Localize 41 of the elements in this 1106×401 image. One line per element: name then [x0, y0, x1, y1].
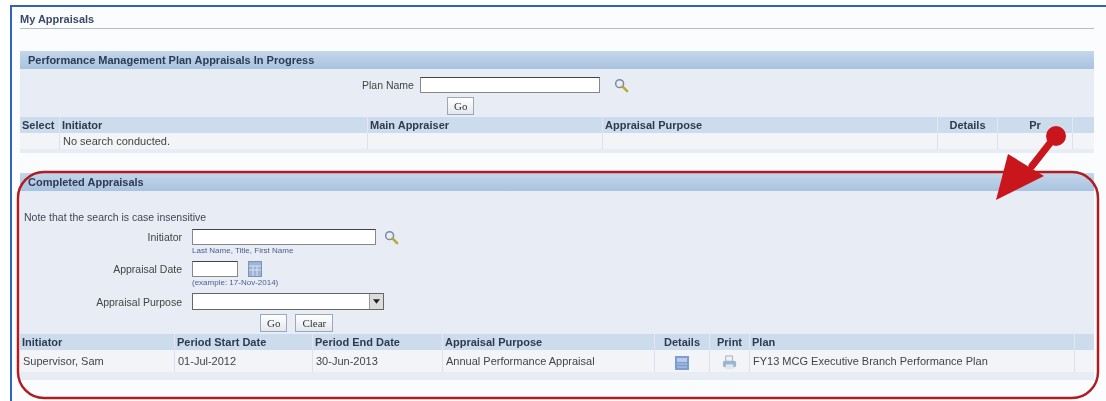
column-header: Appraisal Purpose — [603, 117, 938, 133]
column-header: Period Start Date — [175, 334, 313, 350]
calendar-icon[interactable] — [248, 261, 262, 277]
date-field[interactable] — [192, 261, 238, 277]
column-header: Appraisal Purpose — [443, 334, 655, 350]
field-label: Appraisal Date — [112, 263, 183, 275]
field-hint: Last Name, Title, First Name — [192, 246, 295, 255]
table-cell: 01-Jul-2012 — [175, 350, 313, 372]
column-header: Plan — [750, 334, 1075, 350]
section-header: Performance Management Plan Appraisals In Progress — [20, 51, 1094, 69]
column-header: Print — [710, 334, 750, 350]
initiator-field[interactable] — [192, 229, 376, 245]
column-header: Main Appraiser — [368, 117, 603, 133]
field-label: Appraisal Purpose — [95, 295, 183, 308]
section-header: Completed Appraisals — [20, 173, 1094, 191]
note-text: Note that the search is case insensitive — [24, 211, 208, 223]
table-cell: FY13 MCG Executive Branch Performance Plan — [750, 350, 1075, 372]
field-hint: (example: 17-Nov-2014) — [192, 278, 280, 287]
purpose-dropdown[interactable] — [192, 293, 384, 310]
plan-name-field[interactable] — [419, 77, 600, 93]
page-title: My Appraisals — [20, 7, 1094, 29]
printer-icon[interactable] — [722, 355, 737, 370]
clear-button[interactable]: Clear — [295, 314, 334, 332]
column-header: Initiator — [20, 334, 175, 350]
column-header: Initiator — [60, 117, 368, 133]
column-header: Period End Date — [313, 334, 443, 350]
table-cell: Supervisor, Sam — [20, 350, 175, 372]
column-header: Select — [20, 117, 60, 133]
search-icon[interactable] — [613, 77, 629, 93]
go-button[interactable]: Go — [260, 314, 288, 332]
empty-message: No search conducted. — [60, 133, 368, 149]
column-header: Details — [655, 334, 710, 350]
field-label: Initiator — [146, 231, 183, 243]
search-icon[interactable] — [384, 229, 399, 245]
column-header: Details — [938, 117, 998, 133]
caret-icon — [373, 299, 380, 304]
details-icon[interactable] — [675, 355, 689, 370]
field-label: Plan Name — [362, 79, 414, 91]
table-cell: 30-Jun-2013 — [313, 350, 443, 372]
go-button[interactable]: Go — [447, 97, 475, 115]
table-cell: Annual Performance Appraisal — [443, 350, 655, 372]
